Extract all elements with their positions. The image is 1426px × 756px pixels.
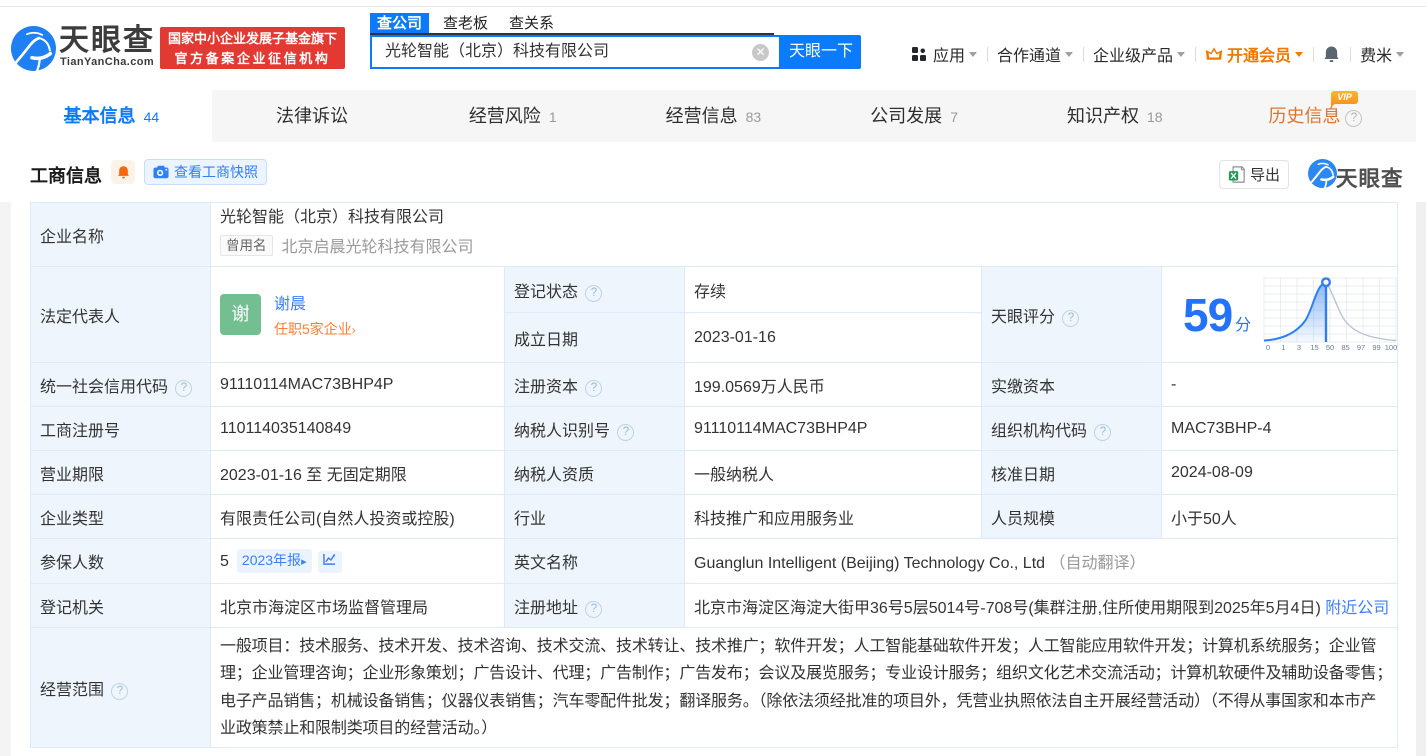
- svg-text:0: 0: [1266, 343, 1270, 352]
- svg-text:85: 85: [1342, 343, 1350, 352]
- svg-text:15: 15: [1311, 343, 1319, 352]
- svg-text:97: 97: [1357, 343, 1365, 352]
- svg-text:1: 1: [1282, 343, 1286, 352]
- svg-text:100: 100: [1385, 343, 1398, 352]
- svg-text:50: 50: [1326, 343, 1334, 352]
- svg-text:99: 99: [1373, 343, 1381, 352]
- svg-text:3: 3: [1297, 343, 1301, 352]
